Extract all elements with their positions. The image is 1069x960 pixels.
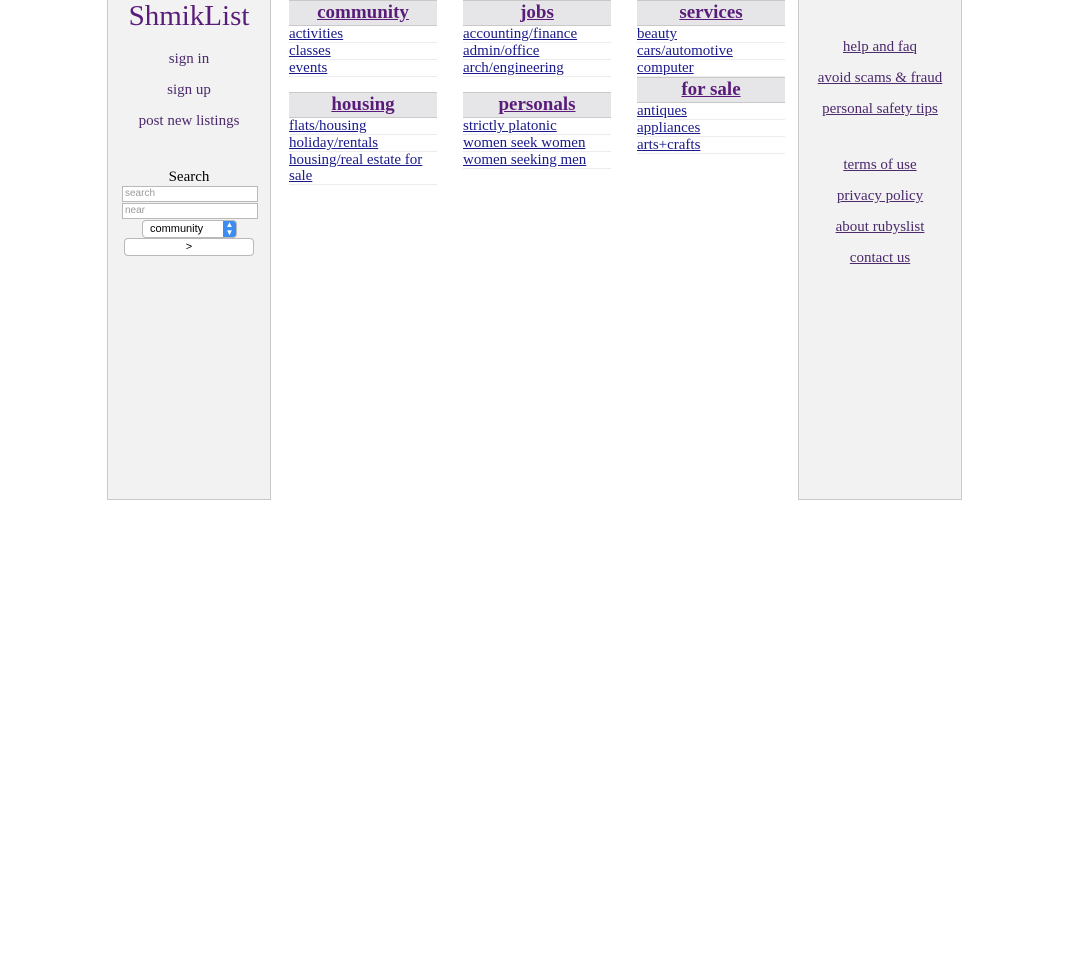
chevron-updown-icon: ▲ ▼	[223, 221, 236, 237]
category-link[interactable]: activities	[289, 26, 343, 42]
category-link[interactable]: arch/engineering	[463, 60, 564, 76]
list-item: arch/engineering	[463, 60, 611, 77]
about-link[interactable]: about rubyslist	[799, 219, 961, 236]
category-link[interactable]: events	[289, 60, 327, 76]
sign-in-link[interactable]: sign in	[108, 51, 270, 68]
terms-link[interactable]: terms of use	[799, 157, 961, 174]
list-item: computer	[637, 60, 785, 77]
category-personals: personals strictly platonic women seek w…	[463, 92, 611, 169]
search-input[interactable]	[122, 186, 258, 202]
category-link[interactable]: antiques	[637, 103, 687, 119]
category-link[interactable]: women seeking men	[463, 152, 586, 168]
category-list: accounting/finance admin/office arch/eng…	[463, 26, 611, 77]
category-header: community	[289, 0, 437, 26]
privacy-link[interactable]: privacy policy	[799, 188, 961, 205]
list-item: antiques	[637, 103, 785, 120]
category-title-jobs[interactable]: jobs	[520, 2, 554, 23]
category-community: community activities classes events	[289, 0, 437, 77]
category-link[interactable]: cars/automotive	[637, 43, 733, 59]
list-item: classes	[289, 43, 437, 60]
category-for-sale: for sale antiques appliances arts+crafts	[637, 77, 785, 154]
category-title-housing[interactable]: housing	[331, 94, 394, 115]
category-title-community[interactable]: community	[317, 2, 409, 23]
category-list: antiques appliances arts+crafts	[637, 103, 785, 154]
category-link[interactable]: classes	[289, 43, 331, 59]
list-item: cars/automotive	[637, 43, 785, 60]
category-link[interactable]: appliances	[637, 120, 700, 136]
category-list: flats/housing holiday/rentals housing/re…	[289, 118, 437, 185]
category-header: personals	[463, 92, 611, 118]
category-header: housing	[289, 92, 437, 118]
category-jobs: jobs accounting/finance admin/office arc…	[463, 0, 611, 77]
list-item: beauty	[637, 26, 785, 43]
help-faq-link[interactable]: help and faq	[799, 39, 961, 56]
contact-link[interactable]: contact us	[799, 250, 961, 267]
list-item: admin/office	[463, 43, 611, 60]
category-list: strictly platonic women seek women women…	[463, 118, 611, 169]
avoid-scams-link[interactable]: avoid scams & fraud	[799, 70, 961, 87]
search-go-button[interactable]: >	[124, 238, 254, 256]
category-header: services	[637, 0, 785, 26]
list-item: activities	[289, 26, 437, 43]
search-heading: Search	[168, 169, 210, 185]
category-link[interactable]: admin/office	[463, 43, 539, 59]
list-item: flats/housing	[289, 118, 437, 135]
category-housing: housing flats/housing holiday/rentals ho…	[289, 92, 437, 185]
list-item: appliances	[637, 120, 785, 137]
left-sidebar: ShmikList sign in sign up post new listi…	[107, 0, 271, 500]
list-item: accounting/finance	[463, 26, 611, 43]
safety-tips-link[interactable]: personal safety tips	[799, 101, 961, 118]
site-logo[interactable]: ShmikList	[108, 0, 270, 32]
list-item: arts+crafts	[637, 137, 785, 154]
category-link[interactable]: women seek women	[463, 135, 585, 151]
category-list: beauty cars/automotive computer	[637, 26, 785, 77]
category-link[interactable]: arts+crafts	[637, 137, 700, 153]
category-title-personals[interactable]: personals	[498, 94, 575, 115]
category-link[interactable]: flats/housing	[289, 118, 367, 134]
category-link[interactable]: beauty	[637, 26, 677, 42]
category-header: jobs	[463, 0, 611, 26]
near-input[interactable]	[122, 203, 258, 219]
list-item: events	[289, 60, 437, 77]
category-select-value: community	[150, 223, 204, 235]
list-item: holiday/rentals	[289, 135, 437, 152]
category-link[interactable]: holiday/rentals	[289, 135, 378, 151]
list-item: women seek women	[463, 135, 611, 152]
category-list: activities classes events	[289, 26, 437, 77]
category-title-services[interactable]: services	[679, 2, 742, 23]
list-item: women seeking men	[463, 152, 611, 169]
category-link[interactable]: strictly platonic	[463, 118, 557, 134]
right-sidebar: help and faq avoid scams & fraud persona…	[798, 0, 962, 500]
post-listings-link[interactable]: post new listings	[108, 113, 270, 130]
category-services: services beauty cars/automotive computer	[637, 0, 785, 77]
category-link[interactable]: housing/real estate for sale	[289, 152, 422, 184]
category-select[interactable]: community ▲ ▼	[142, 220, 237, 238]
list-item: strictly platonic	[463, 118, 611, 135]
category-header: for sale	[637, 77, 785, 103]
sign-up-link[interactable]: sign up	[108, 82, 270, 99]
list-item: housing/real estate for sale	[289, 152, 437, 185]
category-link[interactable]: computer	[637, 60, 694, 76]
category-title-for-sale[interactable]: for sale	[681, 79, 740, 100]
category-link[interactable]: accounting/finance	[463, 26, 577, 42]
